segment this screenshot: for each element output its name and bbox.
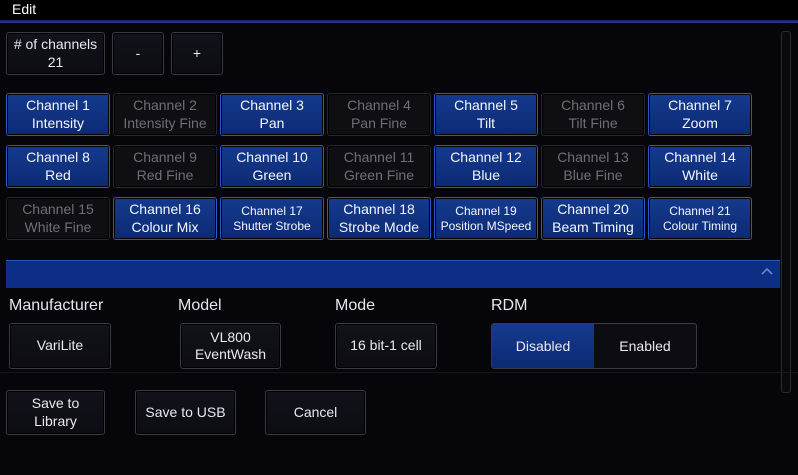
model-value-line2: EventWash bbox=[194, 346, 267, 362]
cancel-label: Cancel bbox=[293, 403, 338, 420]
channel-button-17[interactable]: Channel 17 Shutter Strobe bbox=[220, 197, 324, 240]
channel-function: Pan bbox=[259, 114, 285, 131]
channel-function: Colour Timing bbox=[662, 218, 738, 233]
save-library-line2: Library bbox=[34, 412, 77, 429]
model-value-line1: VL800 bbox=[210, 328, 251, 345]
channel-function: Zoom bbox=[682, 114, 718, 131]
model-button[interactable]: VL800 EventWash bbox=[180, 323, 281, 369]
channel-count-label: # of channels bbox=[13, 36, 98, 52]
cancel-button[interactable]: Cancel bbox=[265, 390, 366, 435]
mode-button[interactable]: 16 bit-1 cell bbox=[335, 323, 437, 369]
edit-window: # of channels 21 - + Channel 1 Intensity C… bbox=[0, 22, 798, 475]
channel-function: Colour Mix bbox=[131, 218, 199, 235]
channel-function: Position MSpeed bbox=[440, 218, 532, 233]
details-section-header[interactable] bbox=[6, 260, 780, 288]
channel-name: Channel 9 bbox=[133, 149, 197, 165]
channel-count-display[interactable]: # of channels 21 bbox=[6, 32, 105, 75]
title-bar: Edit bbox=[0, 0, 798, 22]
channel-function: Green bbox=[252, 166, 292, 183]
manufacturer-label: Manufacturer bbox=[9, 297, 104, 314]
channel-name: Channel 14 bbox=[664, 149, 736, 165]
channel-function: Green Fine bbox=[343, 166, 415, 183]
channel-name: Channel 20 bbox=[557, 201, 629, 217]
decrease-channels-button[interactable]: - bbox=[112, 32, 164, 75]
channel-button-1[interactable]: Channel 1 Intensity bbox=[6, 93, 110, 136]
channel-button-7[interactable]: Channel 7 Zoom bbox=[648, 93, 752, 136]
plus-label: + bbox=[192, 44, 202, 61]
channel-name: Channel 6 bbox=[561, 97, 625, 113]
channel-button-18[interactable]: Channel 18 Strobe Mode bbox=[327, 197, 431, 240]
increase-channels-button[interactable]: + bbox=[171, 32, 223, 75]
channel-name: Channel 11 bbox=[343, 149, 415, 165]
channel-name: Channel 2 bbox=[133, 97, 197, 113]
channel-function: Strobe Mode bbox=[338, 218, 420, 235]
channel-button-15[interactable]: Channel 15 White Fine bbox=[6, 197, 110, 240]
channel-button-21[interactable]: Channel 21 Colour Timing bbox=[648, 197, 752, 240]
channel-button-19[interactable]: Channel 19 Position MSpeed bbox=[434, 197, 538, 240]
channel-function: Intensity bbox=[31, 114, 85, 131]
channel-name: Channel 7 bbox=[668, 97, 732, 113]
channel-button-12[interactable]: Channel 12 Blue bbox=[434, 145, 538, 188]
channel-function: Pan Fine bbox=[350, 114, 408, 131]
channel-count-value: 21 bbox=[47, 53, 64, 70]
footer-divider bbox=[0, 372, 798, 373]
channel-function: Red Fine bbox=[136, 166, 194, 183]
channel-name: Channel 1 bbox=[26, 97, 90, 113]
channel-button-16[interactable]: Channel 16 Colour Mix bbox=[113, 197, 217, 240]
channel-name: Channel 17 bbox=[241, 203, 303, 218]
rdm-disabled-option[interactable]: Disabled bbox=[492, 324, 594, 368]
channel-button-5[interactable]: Channel 5 Tilt bbox=[434, 93, 538, 136]
channel-function: White bbox=[682, 166, 718, 183]
channel-button-10[interactable]: Channel 10 Green bbox=[220, 145, 324, 188]
manufacturer-button[interactable]: VariLite bbox=[9, 323, 111, 369]
minus-label: - bbox=[135, 44, 141, 61]
channel-name: Channel 16 bbox=[129, 201, 201, 217]
mode-label: Mode bbox=[335, 297, 376, 314]
channel-function: Blue bbox=[471, 166, 501, 183]
channel-name: Channel 5 bbox=[454, 97, 518, 113]
channel-button-20[interactable]: Channel 20 Beam Timing bbox=[541, 197, 645, 240]
mode-value: 16 bit-1 cell bbox=[350, 337, 422, 354]
channel-name: Channel 4 bbox=[347, 97, 411, 113]
channel-function: Beam Timing bbox=[552, 218, 634, 235]
channel-function: Shutter Strobe bbox=[233, 218, 311, 233]
channel-button-8[interactable]: Channel 8 Red bbox=[6, 145, 110, 188]
chevron-up-icon[interactable] bbox=[760, 264, 774, 278]
channel-name: Channel 12 bbox=[450, 149, 522, 165]
channel-name: Channel 19 bbox=[455, 203, 517, 218]
channel-button-4[interactable]: Channel 4 Pan Fine bbox=[327, 93, 431, 136]
vertical-scrollbar[interactable] bbox=[781, 31, 791, 393]
window-title: Edit bbox=[12, 1, 37, 17]
channel-function: Tilt bbox=[476, 114, 496, 131]
channel-name: Channel 21 bbox=[669, 203, 731, 218]
channel-function: Red bbox=[45, 166, 71, 183]
channel-function: Blue Fine bbox=[563, 166, 623, 183]
channel-name: Channel 8 bbox=[26, 149, 90, 165]
channel-name: Channel 3 bbox=[240, 97, 304, 113]
save-library-line1: Save to bbox=[31, 395, 80, 411]
channel-name: Channel 18 bbox=[343, 201, 415, 217]
save-to-library-button[interactable]: Save to Library bbox=[6, 390, 105, 435]
model-label: Model bbox=[178, 297, 222, 314]
channel-function: White Fine bbox=[24, 218, 92, 235]
channel-button-14[interactable]: Channel 14 White bbox=[648, 145, 752, 188]
channel-name: Channel 10 bbox=[236, 149, 308, 165]
save-to-usb-button[interactable]: Save to USB bbox=[135, 390, 236, 435]
rdm-enabled-option[interactable]: Enabled bbox=[594, 324, 696, 368]
channel-button-6[interactable]: Channel 6 Tilt Fine bbox=[541, 93, 645, 136]
channel-button-3[interactable]: Channel 3 Pan bbox=[220, 93, 324, 136]
channel-name: Channel 13 bbox=[557, 149, 629, 165]
save-usb-label: Save to USB bbox=[145, 403, 226, 420]
channel-button-13[interactable]: Channel 13 Blue Fine bbox=[541, 145, 645, 188]
rdm-toggle[interactable]: Disabled Enabled bbox=[491, 323, 697, 369]
rdm-label: RDM bbox=[491, 297, 528, 314]
manufacturer-value: VariLite bbox=[36, 337, 84, 354]
channel-name: Channel 15 bbox=[22, 201, 94, 217]
channel-button-11[interactable]: Channel 11 Green Fine bbox=[327, 145, 431, 188]
channel-function: Intensity Fine bbox=[123, 114, 207, 131]
channel-button-2[interactable]: Channel 2 Intensity Fine bbox=[113, 93, 217, 136]
channel-button-9[interactable]: Channel 9 Red Fine bbox=[113, 145, 217, 188]
channel-function: Tilt Fine bbox=[568, 114, 618, 131]
